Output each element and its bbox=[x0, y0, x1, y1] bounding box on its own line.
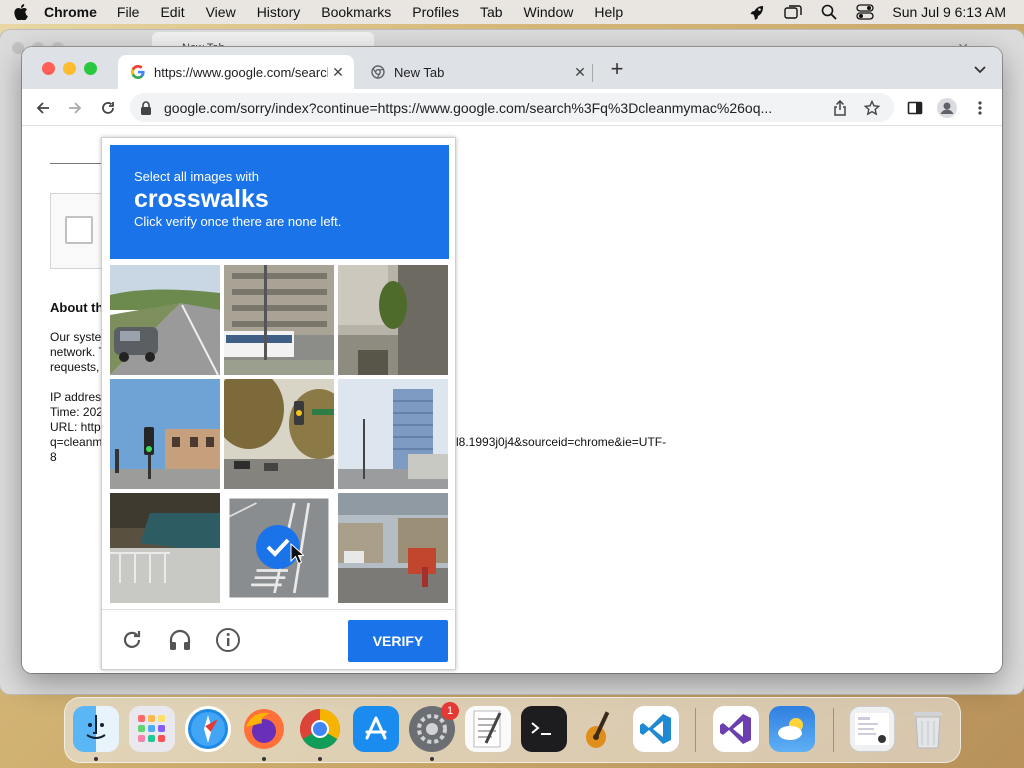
bookmark-star-icon[interactable] bbox=[862, 98, 882, 118]
rocket-icon[interactable] bbox=[748, 4, 766, 20]
dock-weather-icon[interactable] bbox=[769, 706, 815, 752]
challenge-header: Select all images with crosswalks Click … bbox=[110, 145, 449, 259]
mouse-cursor-icon bbox=[290, 542, 306, 565]
dock-firefox-icon[interactable] bbox=[241, 706, 287, 752]
side-panel-icon[interactable] bbox=[904, 97, 926, 119]
menu-help[interactable]: Help bbox=[594, 4, 623, 20]
image-tile[interactable] bbox=[110, 265, 220, 375]
tab-bar: https://www.google.com/search ✕ New Tab … bbox=[22, 47, 1002, 89]
dock-system-settings-icon[interactable]: 1 bbox=[409, 702, 459, 752]
dock-garageband-icon[interactable] bbox=[577, 706, 623, 752]
dock-visual-studio-icon[interactable] bbox=[713, 706, 759, 752]
spotlight-search-icon[interactable] bbox=[820, 4, 838, 20]
menu-profiles[interactable]: Profiles bbox=[412, 4, 459, 20]
image-tile-selected[interactable] bbox=[224, 493, 334, 603]
dock-running-indicator bbox=[430, 757, 434, 761]
chrome-favicon-icon bbox=[370, 64, 386, 80]
image-tile[interactable] bbox=[224, 379, 334, 489]
menu-tab[interactable]: Tab bbox=[480, 4, 503, 20]
dock-separator bbox=[833, 708, 834, 752]
dock-vscode-icon[interactable] bbox=[633, 706, 679, 752]
image-grid bbox=[110, 265, 449, 603]
tab-new-tab[interactable]: New Tab ✕ bbox=[360, 55, 596, 89]
headphones-icon[interactable] bbox=[166, 626, 194, 654]
dock-running-indicator bbox=[94, 757, 98, 761]
dock-preview-window-icon[interactable] bbox=[849, 706, 895, 752]
forward-button[interactable] bbox=[64, 97, 86, 119]
new-tab-button[interactable]: + bbox=[607, 58, 627, 80]
menu-bookmarks[interactable]: Bookmarks bbox=[321, 4, 391, 20]
dock-separator bbox=[695, 708, 696, 752]
dock-trash-icon[interactable] bbox=[905, 706, 951, 752]
menu-app-name[interactable]: Chrome bbox=[44, 4, 97, 20]
address-url[interactable]: google.com/sorry/index?continue=https://… bbox=[164, 100, 830, 116]
tab-search-chevron-icon[interactable] bbox=[972, 61, 988, 77]
notification-badge: 1 bbox=[441, 702, 459, 720]
url-tail-text: l8.1993j0j4&sourceid=chrome&ie=UTF- bbox=[456, 435, 667, 449]
tab-title: New Tab bbox=[394, 64, 445, 80]
dock-textedit-icon[interactable] bbox=[465, 706, 511, 752]
challenge-footer: VERIFY bbox=[102, 609, 457, 671]
menu-edit[interactable]: Edit bbox=[160, 4, 184, 20]
info-icon[interactable] bbox=[214, 626, 242, 654]
dock-safari-icon[interactable] bbox=[185, 706, 231, 752]
dock-running-indicator bbox=[262, 757, 266, 761]
tab-title: https://www.google.com/search bbox=[154, 64, 328, 80]
reload-challenge-icon[interactable] bbox=[118, 626, 146, 654]
dock-terminal-icon[interactable] bbox=[521, 706, 567, 752]
browser-toolbar: google.com/sorry/index?continue=https://… bbox=[22, 89, 1002, 126]
lock-icon[interactable] bbox=[140, 100, 154, 115]
image-tile[interactable] bbox=[338, 379, 448, 489]
back-button[interactable] bbox=[32, 97, 54, 119]
recaptcha-checkbox[interactable] bbox=[65, 216, 93, 244]
close-tab-icon[interactable]: ✕ bbox=[328, 64, 348, 81]
image-tile[interactable] bbox=[338, 265, 448, 375]
image-tile[interactable] bbox=[338, 493, 448, 603]
image-tile[interactable] bbox=[110, 493, 220, 603]
menu-window[interactable]: Window bbox=[524, 4, 574, 20]
menu-view[interactable]: View bbox=[206, 4, 236, 20]
menu-clock[interactable]: Sun Jul 9 6:13 AM bbox=[892, 4, 1006, 20]
tab-separator bbox=[592, 64, 593, 82]
profile-avatar-icon[interactable] bbox=[936, 97, 958, 119]
dock-finder-icon[interactable] bbox=[73, 706, 119, 752]
challenge-keyword: crosswalks bbox=[134, 185, 269, 213]
traffic-lights bbox=[42, 62, 97, 75]
dock-chrome-icon[interactable] bbox=[297, 706, 343, 752]
close-tab-icon[interactable]: ✕ bbox=[570, 64, 590, 81]
image-tile[interactable] bbox=[110, 379, 220, 489]
share-icon[interactable] bbox=[830, 98, 850, 118]
menu-file[interactable]: File bbox=[117, 4, 140, 20]
recaptcha-challenge: Select all images with crosswalks Click … bbox=[101, 137, 457, 671]
chrome-menu-icon[interactable] bbox=[969, 97, 991, 119]
menu-history[interactable]: History bbox=[257, 4, 301, 20]
tab-google-search[interactable]: https://www.google.com/search ✕ bbox=[118, 55, 354, 89]
control-center-icon[interactable] bbox=[856, 4, 875, 20]
dock: 1 bbox=[64, 697, 961, 763]
close-window-button[interactable] bbox=[42, 62, 55, 75]
verify-button[interactable]: VERIFY bbox=[348, 620, 448, 662]
google-favicon-icon bbox=[130, 64, 146, 80]
address-bar[interactable]: google.com/sorry/index?continue=https://… bbox=[130, 93, 894, 122]
dock-running-indicator bbox=[318, 757, 322, 761]
challenge-hint: Click verify once there are none left. bbox=[134, 214, 342, 229]
minimize-window-button[interactable] bbox=[63, 62, 76, 75]
menu-bar: Chrome File Edit View History Bookmarks … bbox=[0, 0, 1024, 24]
dock-app-store-icon[interactable] bbox=[353, 706, 399, 752]
challenge-instruction: Select all images with bbox=[134, 169, 259, 184]
apple-icon[interactable] bbox=[14, 4, 28, 20]
fullscreen-window-button[interactable] bbox=[84, 62, 97, 75]
image-tile[interactable] bbox=[224, 265, 334, 375]
reload-button[interactable] bbox=[97, 97, 119, 119]
windows-icon[interactable] bbox=[784, 4, 803, 20]
dock-launchpad-icon[interactable] bbox=[129, 706, 175, 752]
